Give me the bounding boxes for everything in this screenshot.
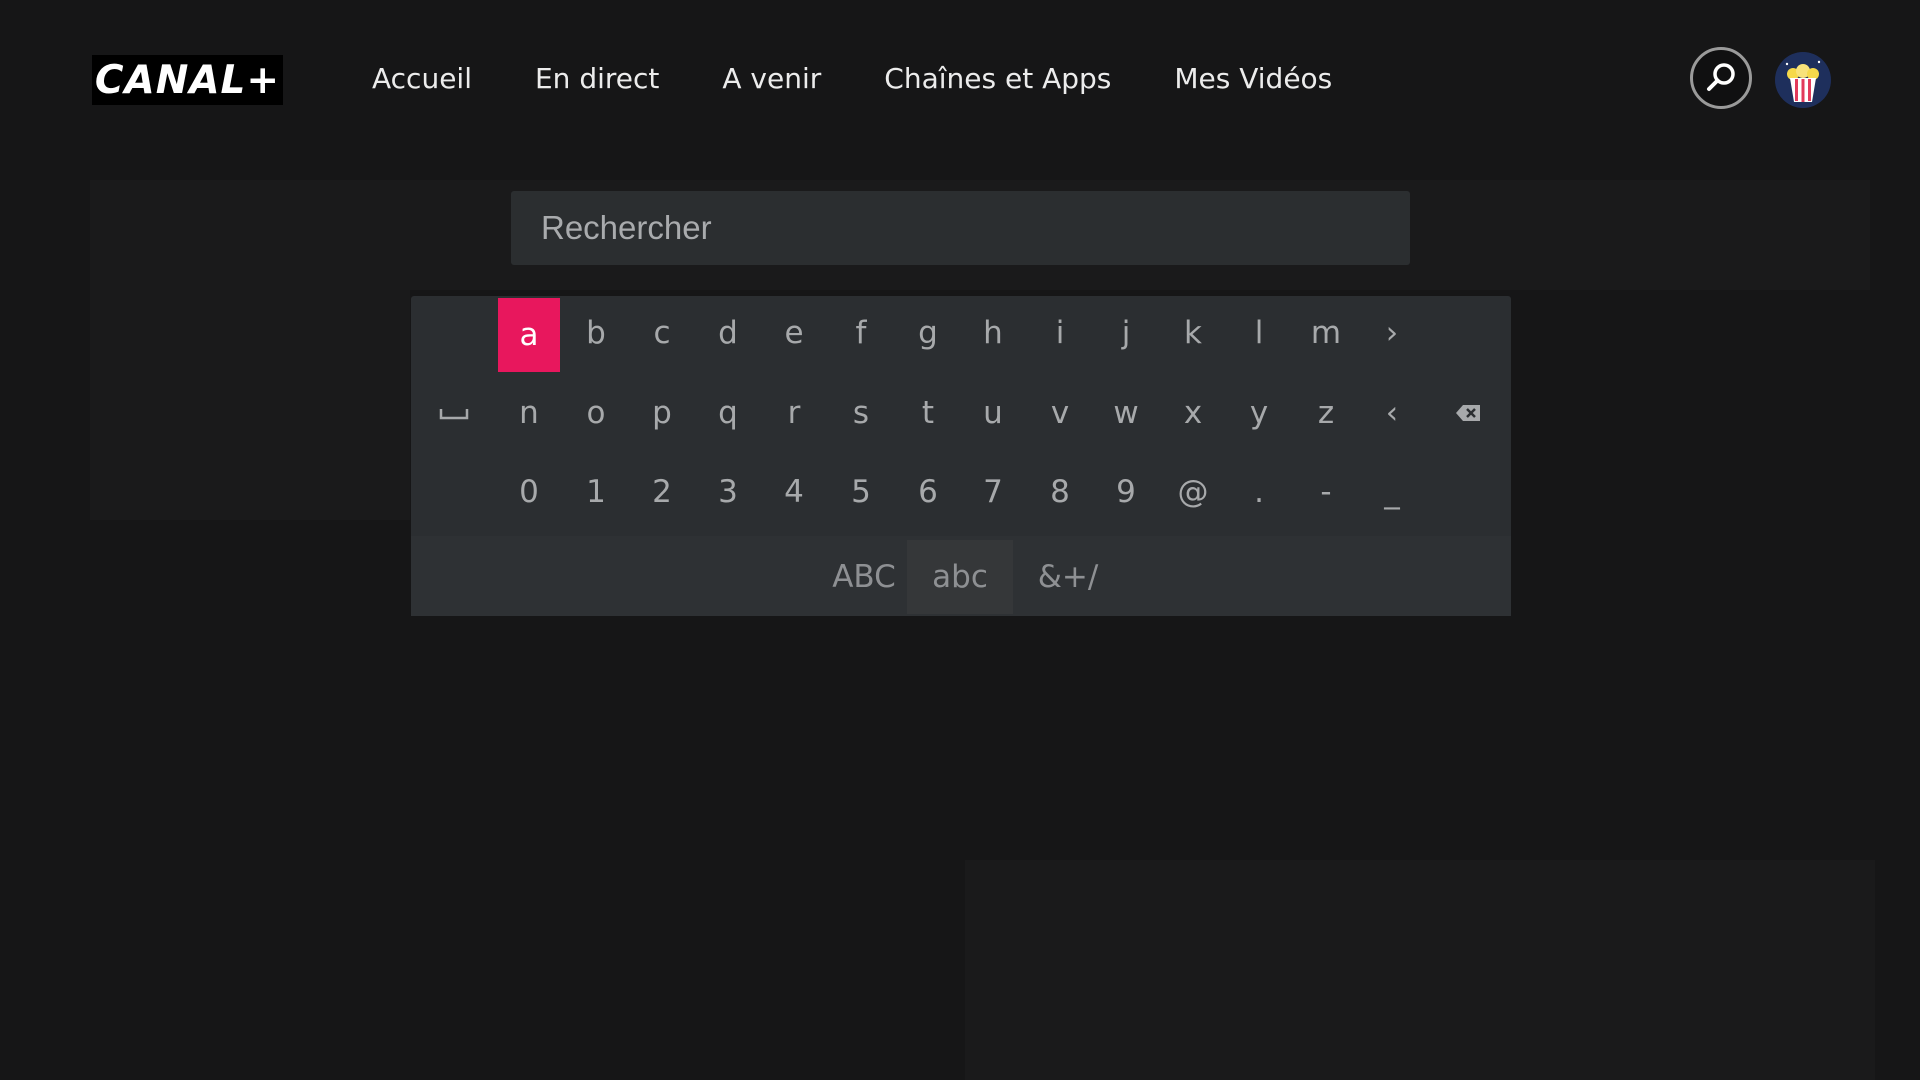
key-4[interactable]: 4 — [763, 455, 825, 529]
key-period[interactable]: . — [1228, 455, 1290, 529]
search-input[interactable]: Rechercher — [511, 191, 1410, 265]
key-c[interactable]: c — [631, 296, 693, 370]
key-k[interactable]: k — [1162, 296, 1224, 370]
key-p[interactable]: p — [631, 376, 693, 450]
key-cursor-left[interactable]: ‹ — [1361, 376, 1423, 450]
screen: CANAL+ Accueil En direct A venir Chaînes… — [0, 0, 1920, 1080]
logo-text: CANAL+ — [94, 57, 281, 103]
space-icon — [439, 409, 469, 420]
canal-plus-logo[interactable]: CANAL+ — [92, 55, 283, 105]
key-s[interactable]: s — [830, 376, 892, 450]
search-placeholder: Rechercher — [541, 209, 712, 246]
mode-lowercase[interactable]: abc — [907, 540, 1013, 614]
key-0[interactable]: 0 — [498, 455, 560, 529]
key-5[interactable]: 5 — [830, 455, 892, 529]
key-b[interactable]: b — [565, 296, 627, 370]
mode-symbols[interactable]: &+/ — [1015, 540, 1121, 614]
key-u[interactable]: u — [962, 376, 1024, 450]
key-x[interactable]: x — [1162, 376, 1224, 450]
main-nav: Accueil En direct A venir Chaînes et App… — [372, 54, 1395, 104]
key-j[interactable]: j — [1095, 296, 1157, 370]
key-m[interactable]: m — [1295, 296, 1357, 370]
key-e[interactable]: e — [763, 296, 825, 370]
backspace-icon — [1456, 405, 1480, 421]
key-g[interactable]: g — [897, 296, 959, 370]
nav-accueil[interactable]: Accueil — [372, 54, 472, 104]
key-v[interactable]: v — [1029, 376, 1091, 450]
key-w[interactable]: w — [1095, 376, 1157, 450]
key-8[interactable]: 8 — [1029, 455, 1091, 529]
key-r[interactable]: r — [763, 376, 825, 450]
key-i[interactable]: i — [1029, 296, 1091, 370]
search-button[interactable] — [1690, 47, 1752, 109]
key-z[interactable]: z — [1295, 376, 1357, 450]
nav-chaines-et-apps[interactable]: Chaînes et Apps — [884, 54, 1111, 104]
search-icon — [1707, 63, 1735, 91]
key-space[interactable] — [423, 376, 485, 450]
key-9[interactable]: 9 — [1095, 455, 1157, 529]
nav-mes-videos[interactable]: Mes Vidéos — [1174, 54, 1332, 104]
on-screen-keyboard: a b c d e f g h i j k l m › n o p q r s … — [411, 296, 1511, 616]
key-1[interactable]: 1 — [565, 455, 627, 529]
key-h[interactable]: h — [962, 296, 1024, 370]
background-thumbnail — [90, 290, 410, 520]
key-y[interactable]: y — [1228, 376, 1290, 450]
nav-en-direct[interactable]: En direct — [535, 54, 659, 104]
key-d[interactable]: d — [697, 296, 759, 370]
key-l[interactable]: l — [1228, 296, 1290, 370]
background-card — [965, 860, 1875, 1080]
key-6[interactable]: 6 — [897, 455, 959, 529]
key-t[interactable]: t — [897, 376, 959, 450]
profile-avatar[interactable] — [1775, 52, 1831, 108]
key-2[interactable]: 2 — [631, 455, 693, 529]
key-n[interactable]: n — [498, 376, 560, 450]
key-q[interactable]: q — [697, 376, 759, 450]
key-backspace[interactable] — [1437, 376, 1499, 450]
popcorn-avatar-icon — [1775, 52, 1831, 108]
mode-uppercase[interactable]: ABC — [811, 540, 917, 614]
key-3[interactable]: 3 — [697, 455, 759, 529]
key-7[interactable]: 7 — [962, 455, 1024, 529]
key-a[interactable]: a — [498, 298, 560, 372]
key-hyphen[interactable]: - — [1295, 455, 1357, 529]
key-o[interactable]: o — [565, 376, 627, 450]
key-f[interactable]: f — [830, 296, 892, 370]
key-cursor-right[interactable]: › — [1361, 296, 1423, 370]
nav-a-venir[interactable]: A venir — [722, 54, 821, 104]
key-underscore[interactable]: _ — [1361, 455, 1423, 529]
key-at[interactable]: @ — [1162, 455, 1224, 529]
